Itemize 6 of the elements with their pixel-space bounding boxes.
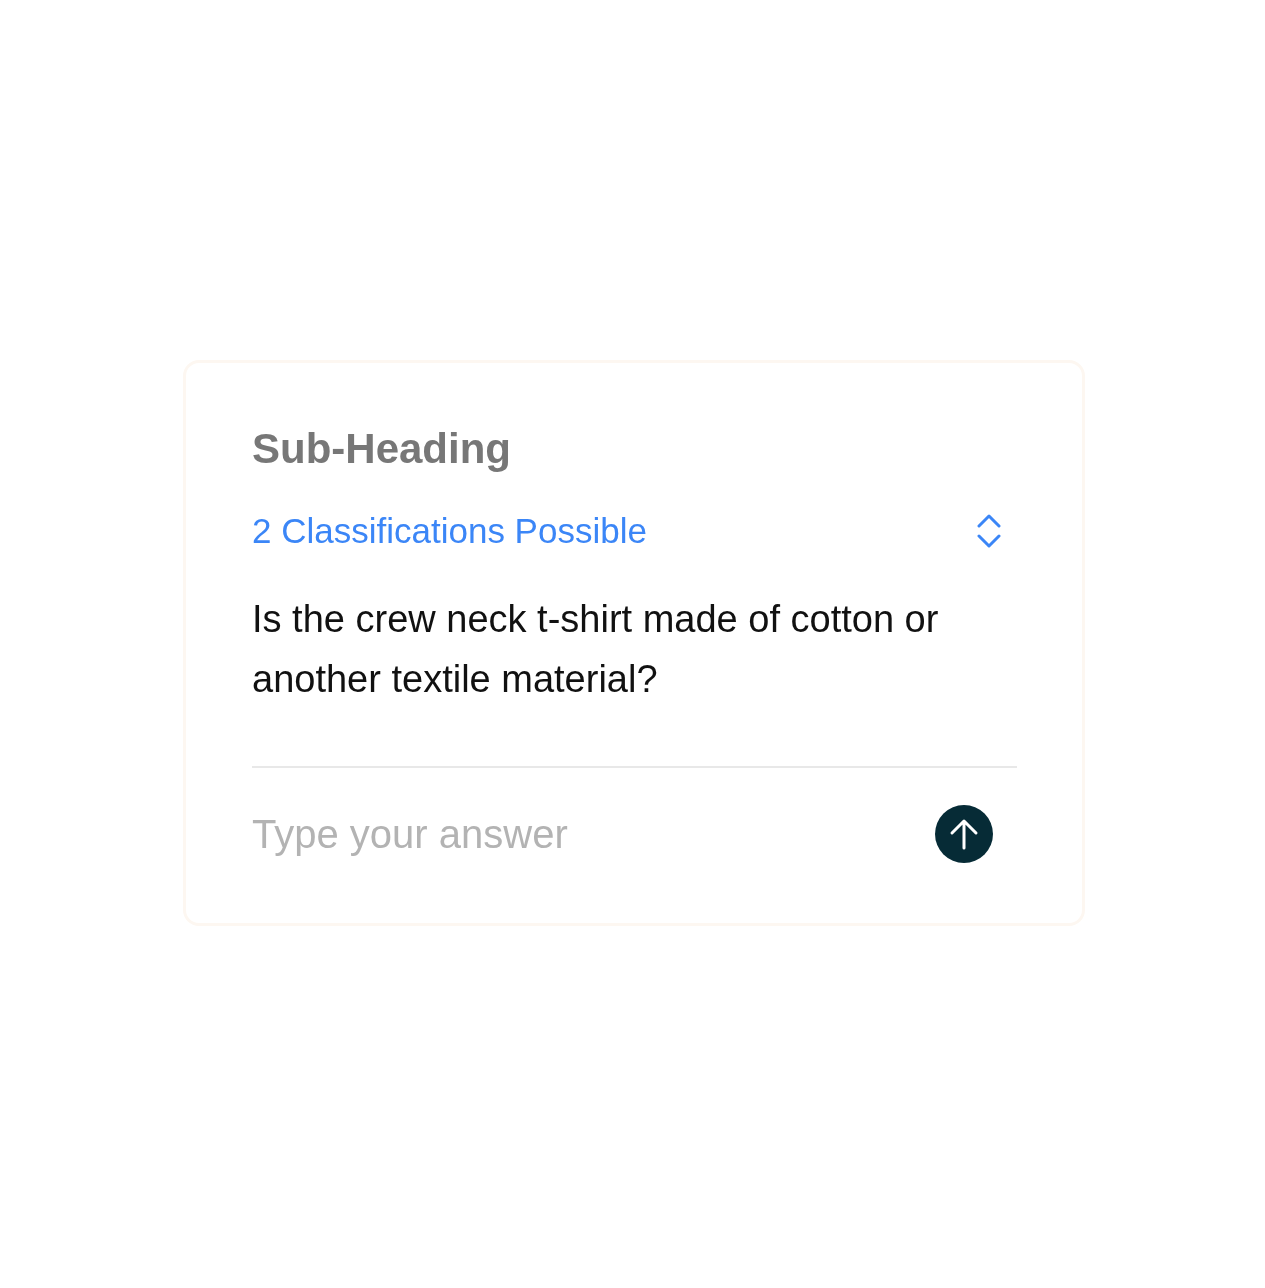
send-button[interactable]: [935, 805, 993, 863]
arrow-up-icon: [949, 818, 979, 850]
up-down-chevron-icon: [977, 514, 1001, 548]
question-text: Is the crew neck t-shirt made of cotton or another textile material?: [252, 597, 940, 702]
sub-heading: Sub-Heading: [252, 424, 512, 474]
classification-dropdown[interactable]: 2 Classifications Possible: [252, 507, 1009, 555]
